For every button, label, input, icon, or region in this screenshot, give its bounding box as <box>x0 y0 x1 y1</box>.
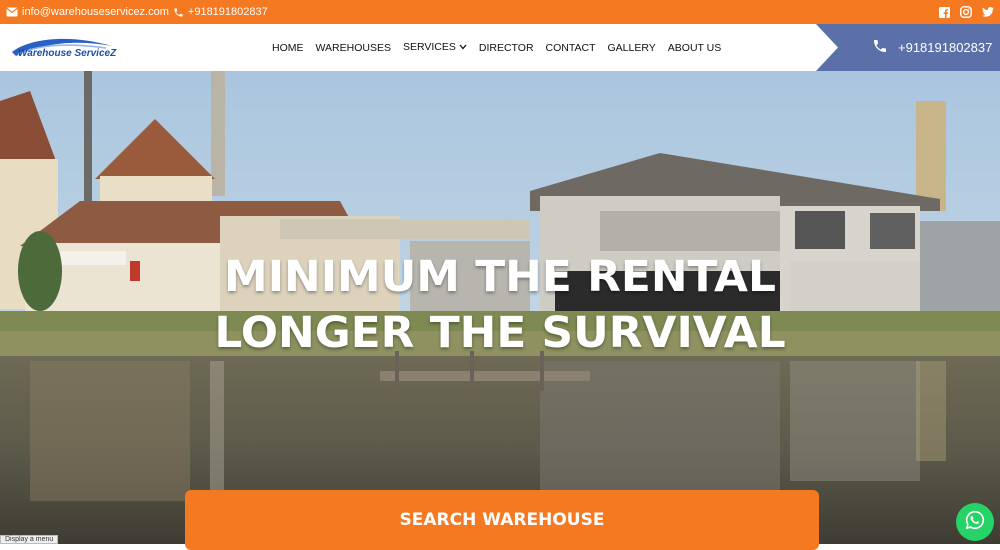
nav-about-us[interactable]: ABOUT US <box>662 24 727 71</box>
nav-gallery[interactable]: GALLERY <box>602 24 662 71</box>
nav-services-label: SERVICES <box>402 40 456 53</box>
nav-menu: HOME WAREHOUSES SERVICES DIRECTOR CONTAC… <box>266 24 727 71</box>
facebook-icon[interactable] <box>939 6 950 18</box>
hero-section: MINIMUM THE RENTAL LONGER THE SURVIVAL <box>0 71 1000 544</box>
email-text: info@warehouseservicez.com <box>22 6 169 18</box>
phone-text: +918191802837 <box>187 6 268 18</box>
hero-headline-line2: LONGER THE SURVIVAL <box>214 308 786 358</box>
search-warehouse-label: SEARCH WAREHOUSE <box>399 510 605 530</box>
social-links <box>939 6 994 18</box>
hero-headline-line1: MINIMUM THE RENTAL <box>224 252 776 302</box>
email-link[interactable]: info@warehouseservicez.com <box>6 6 169 18</box>
whatsapp-icon <box>964 509 986 536</box>
header-phone-text: +918191802837 <box>898 40 993 55</box>
instagram-icon[interactable] <box>960 6 972 18</box>
mail-icon <box>6 7 18 17</box>
search-warehouse-button[interactable]: SEARCH WAREHOUSE <box>185 490 819 550</box>
phone-link[interactable]: +918191802837 <box>173 6 268 18</box>
phone-icon <box>872 38 888 57</box>
top-bar: info@warehouseservicez.com +918191802837 <box>0 0 1000 24</box>
twitter-icon[interactable] <box>982 7 994 17</box>
header-phone-box[interactable]: +918191802837 <box>816 24 1000 71</box>
chevron-down-icon <box>459 41 467 53</box>
whatsapp-button[interactable] <box>956 503 994 541</box>
nav-contact[interactable]: CONTACT <box>540 24 602 71</box>
nav-services[interactable]: SERVICES <box>397 23 473 70</box>
nav-director[interactable]: DIRECTOR <box>473 24 540 71</box>
nav-warehouses[interactable]: WAREHOUSES <box>310 24 397 71</box>
logo-text: Warehouse ServiceZ <box>18 48 117 59</box>
nav-home[interactable]: HOME <box>266 24 310 71</box>
phone-icon <box>173 7 184 18</box>
hero-headline: MINIMUM THE RENTAL LONGER THE SURVIVAL <box>0 249 1000 361</box>
menu-tooltip: Display a menu <box>0 535 59 544</box>
